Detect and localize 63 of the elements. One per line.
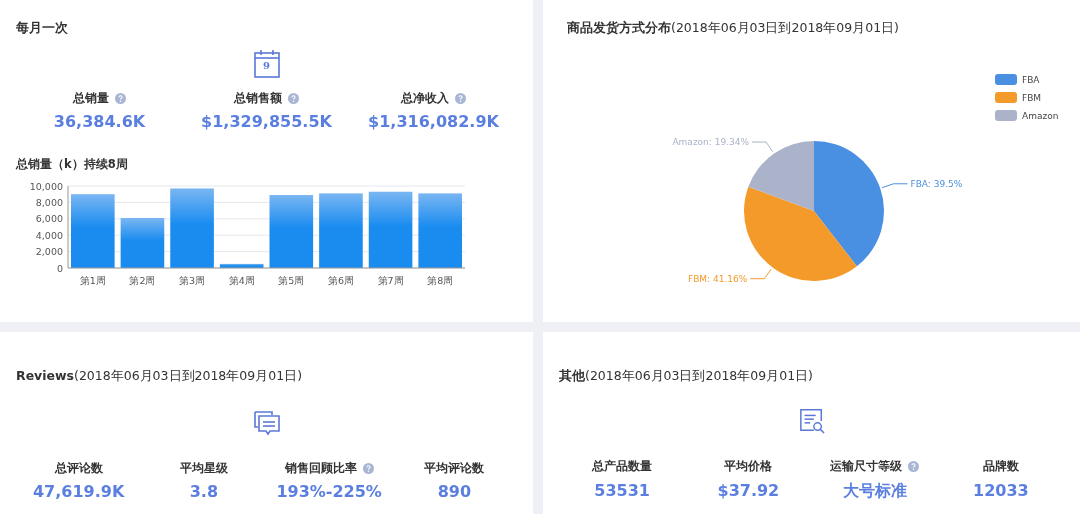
axis-category-label: 第3周	[179, 275, 206, 286]
stat-label: 平均价格	[724, 458, 773, 476]
axis-category-label: 第5周	[278, 275, 305, 286]
axis-tick-label: 10,000	[29, 180, 63, 192]
legend-label: FBM	[1022, 93, 1042, 103]
legend-swatch	[995, 74, 1017, 85]
axis-category-label: 第2周	[129, 275, 156, 286]
help-icon[interactable]	[288, 92, 299, 104]
legend-swatch	[995, 92, 1017, 103]
axis-tick-label: 2,000	[35, 246, 63, 258]
panel-title: Reviews(2018年06月03日到2018年09月01日)	[16, 368, 303, 385]
chart-title: 总销量（k）持续8周	[16, 157, 129, 172]
stat-value: 大号标准	[842, 480, 907, 502]
axis-tick-label: 0	[56, 262, 63, 274]
panel-title: 每月一次	[16, 20, 69, 37]
stat-value: 36,384.6K	[53, 112, 146, 131]
stat-label: 销售回顾比率	[284, 459, 357, 477]
stat-label: 总销量	[73, 89, 109, 107]
stat-label: 运输尺寸等级	[830, 458, 903, 476]
stat-value: $1,316,082.9K	[368, 112, 499, 131]
slice-label: FBM: 41.16%	[687, 273, 748, 284]
stat-value: $37.92	[717, 480, 780, 500]
help-icon[interactable]	[362, 462, 374, 474]
stat-label: 总净收入	[401, 89, 449, 107]
stat-label: 平均评论数	[424, 459, 485, 477]
stat-value: 193%-225%	[276, 482, 382, 501]
stat-label: 总销售额	[234, 89, 282, 107]
leader-line	[881, 183, 908, 189]
axis-category-label: 第6周	[327, 275, 354, 286]
help-icon[interactable]	[455, 92, 466, 104]
stat-value: 53531	[594, 480, 650, 500]
panel-title: 其他(2018年06月03日到2018年09月01日)	[559, 368, 814, 385]
stat-value: 3.8	[189, 482, 219, 501]
help-icon[interactable]	[908, 461, 920, 473]
stat-value: 890	[437, 482, 472, 501]
chat-icon	[252, 409, 281, 437]
legend-label: Amazon	[1022, 111, 1059, 121]
axis-category-label: 第8周	[427, 275, 454, 286]
stat-value: $1,329,855.5K	[201, 112, 332, 131]
stat-label: 总评论数	[54, 459, 103, 477]
stat-value: 12033	[973, 480, 1029, 500]
leader-line	[751, 141, 774, 153]
axis-category-label: 第7周	[377, 275, 404, 286]
leader-line	[749, 268, 772, 280]
axis-category-label: 第1周	[79, 275, 106, 286]
document-search-icon	[798, 408, 825, 435]
stat-label: 品牌数	[982, 458, 1019, 476]
bar	[120, 218, 165, 268]
legend-label: FBA	[1022, 75, 1040, 85]
stat-value: 47,619.9K	[32, 482, 125, 501]
axis-category-label: 第4周	[228, 275, 255, 286]
axis-tick-label: 8,000	[35, 196, 63, 208]
bar	[219, 263, 264, 268]
slice-label: Amazon: 19.34%	[672, 137, 750, 148]
help-icon[interactable]	[115, 92, 126, 104]
axis-tick-label: 4,000	[35, 229, 63, 241]
stat-label: 平均星级	[179, 459, 228, 477]
legend-swatch	[995, 110, 1017, 121]
slice-label: FBA: 39.5%	[910, 178, 963, 189]
stat-label: 总产品数量	[592, 458, 653, 476]
axis-tick-label: 6,000	[35, 213, 63, 225]
calendar-icon: 9	[253, 50, 280, 78]
panel-title: 商品发货方式分布(2018年06月03日到2018年09月01日)	[566, 20, 900, 37]
